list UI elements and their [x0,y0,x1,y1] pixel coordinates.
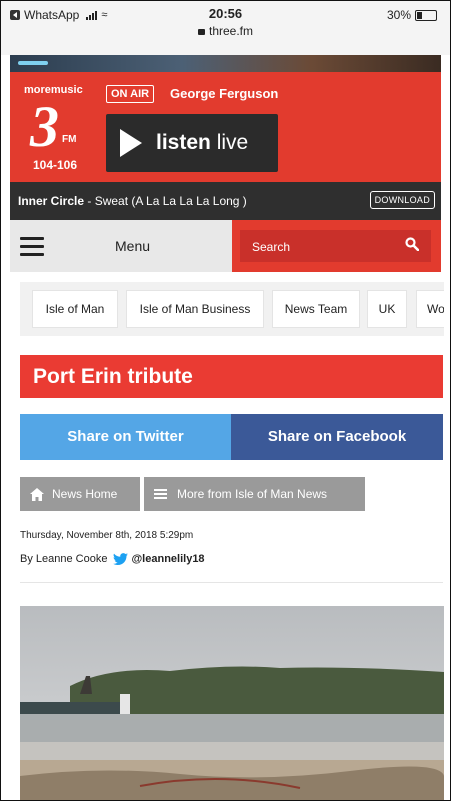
article-date: Thursday, November 8th, 2018 5:29pm [20,530,194,541]
status-right: 30% [387,8,437,22]
battery-percent: 30% [386,8,411,22]
tag-world[interactable]: Wo [416,290,444,328]
search-bar: Search [232,220,441,272]
listen-live-button[interactable]: listen live [106,114,278,172]
radio-header: moremusic 3 FM 104-106 ON AIR George Fer… [10,72,441,182]
now-playing-artist: Inner Circle [18,194,85,208]
now-playing-bar: Inner Circle - Sweat (A La La La La Long… [10,182,441,220]
hamburger-icon[interactable] [20,237,44,261]
search-icon[interactable] [405,237,419,251]
author-name: By Leanne Cooke [20,553,108,565]
listen-live-label: listen live [156,131,248,155]
station-frequency: 104-106 [32,158,78,172]
status-bar: WhatsApp ≈ 20:56 three.fm 30% [0,0,451,55]
more-news-button[interactable]: More from Isle of Man News [144,477,365,511]
article-byline: By Leanne Cooke @leannelily18 [20,553,205,565]
search-placeholder: Search [252,240,291,254]
home-icon [30,487,44,501]
on-air-badge: ON AIR [106,85,155,103]
tag-uk[interactable]: UK [367,290,407,328]
now-playing-track: - Sweat (A La La La La Long ) [84,194,247,208]
listen-bold: listen [156,131,211,154]
article-photo[interactable] [20,606,444,801]
status-time: 20:56 [208,6,243,21]
news-home-label: News Home [52,487,118,501]
download-button[interactable]: DOWNLOAD [369,191,435,209]
twitter-handle-link[interactable]: @leannelily18 [113,553,205,565]
lock-icon [197,29,205,35]
presenter-name: George Ferguson [170,86,279,101]
twitter-handle: @leannelily18 [131,553,205,565]
page-title: Port Erin tribute [20,355,443,398]
tag-news-team[interactable]: News Team [272,290,360,328]
station-logo-fm: FM [62,134,77,145]
share-twitter-button[interactable]: Share on Twitter [20,414,231,460]
station-logo-number[interactable]: 3 [30,98,59,156]
menu-bar: Menu Search [10,220,441,272]
list-icon [154,487,167,501]
tag-isle-of-man-business[interactable]: Isle of Man Business [126,290,264,328]
more-news-label: More from Isle of Man News [177,487,328,501]
share-facebook-button[interactable]: Share on Facebook [231,414,443,460]
banner-strip [10,55,441,72]
news-home-button[interactable]: News Home [20,477,140,511]
address-bar[interactable]: three.fm [0,24,451,38]
play-icon [120,129,142,157]
battery-icon [415,9,437,21]
menu-button[interactable]: Menu [115,238,150,254]
listen-rest: live [210,131,249,154]
now-playing-text: Inner Circle - Sweat (A La La La La Long… [18,194,247,208]
category-tags: Isle of Man Isle of Man Business News Te… [20,282,444,336]
divider [20,582,443,583]
twitter-bird-icon [113,553,129,565]
address-url: three.fm [208,24,253,38]
tag-isle-of-man[interactable]: Isle of Man [32,290,118,328]
search-input[interactable]: Search [240,230,431,262]
